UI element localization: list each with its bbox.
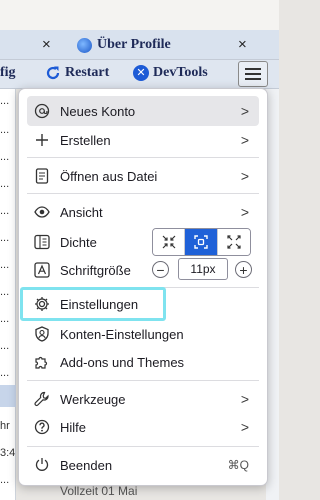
open-from-file-label: Öffnen aus Datei (60, 168, 158, 184)
config-button[interactable]: fig (0, 65, 16, 81)
help-icon (34, 419, 50, 435)
window-top-strip (0, 0, 279, 30)
selected-row (0, 385, 16, 407)
menu-item-view[interactable]: Ansicht > (27, 197, 259, 227)
density-relaxed-button[interactable] (217, 229, 250, 255)
close-tab-icon[interactable]: × (42, 36, 51, 53)
profile-list-cell: ... (0, 205, 10, 217)
profile-list-cell: ... (0, 151, 10, 163)
chevron-right-icon: > (240, 204, 249, 220)
view-label: Ansicht (60, 204, 103, 220)
font-size-increase-button[interactable]: + (235, 261, 252, 278)
profile-list-cell: ... (0, 178, 10, 190)
devtools-button[interactable]: ✕ DevTools (133, 65, 208, 81)
file-icon (34, 168, 50, 184)
menu-separator (27, 193, 259, 194)
profile-list-cell: ... (0, 286, 10, 298)
profile-list-cell: 3:4 (0, 447, 16, 459)
menu-item-addons-themes[interactable]: Add-ons und Themes (27, 347, 259, 377)
font-size-value: 11px (178, 258, 228, 280)
font-size-icon (34, 262, 50, 278)
devtools-icon: ✕ (133, 65, 149, 81)
addons-themes-label: Add-ons und Themes (60, 354, 185, 370)
profile-list-cell: ... (0, 313, 10, 325)
chevron-right-icon: > (240, 103, 249, 119)
restart-label: Restart (65, 65, 110, 80)
power-icon (34, 457, 50, 473)
devtools-label: DevTools (153, 65, 208, 80)
density-compact-button[interactable] (153, 229, 186, 255)
restart-button[interactable]: Restart (45, 65, 109, 81)
settings-focus-ring (20, 287, 166, 321)
app-logo-icon (77, 37, 92, 53)
profile-list-cell: ... (0, 340, 10, 352)
tab-title: Über Profile (97, 37, 171, 52)
menu-item-quit[interactable]: Beenden ⌘Q (27, 450, 259, 480)
help-label: Hilfe (60, 419, 87, 435)
new-account-icon (34, 103, 50, 119)
menu-item-tools[interactable]: Werkzeuge > (27, 384, 259, 414)
background-text: Vollzeit 01 Mai (60, 484, 138, 498)
menu-separator (27, 446, 259, 447)
chevron-right-icon: > (240, 391, 249, 407)
chevron-right-icon: > (240, 419, 249, 435)
puzzle-icon (34, 354, 50, 370)
eye-icon (34, 204, 50, 220)
profile-list-cell: ... (0, 232, 10, 244)
density-icon (34, 234, 50, 250)
density-selector (152, 228, 251, 256)
wrench-icon (34, 391, 50, 407)
profile-list-cell: ... (0, 95, 10, 107)
menu-separator (27, 380, 259, 381)
restart-icon (45, 65, 61, 81)
plus-icon (34, 132, 50, 148)
profile-list-cell: ... (0, 259, 10, 271)
menu-item-account-settings[interactable]: Konten-Einstellungen (27, 319, 259, 349)
app-menu-button[interactable] (238, 61, 268, 87)
profile-list-cell: hr (0, 420, 10, 432)
app-menu-popup: Neues Konto > Erstellen > Öffnen aus Dat… (18, 88, 268, 486)
create-label: Erstellen (60, 132, 111, 148)
chevron-right-icon: > (240, 132, 249, 148)
close-tab-icon[interactable]: × (238, 36, 247, 53)
account-settings-icon (34, 326, 50, 342)
tools-label: Werkzeuge (60, 391, 126, 407)
font-size-decrease-button[interactable]: − (152, 261, 169, 278)
density-label: Dichte (60, 234, 97, 250)
menu-item-open-from-file[interactable]: Öffnen aus Datei > (27, 161, 259, 191)
menu-separator (27, 157, 259, 158)
font-size-label: Schriftgröße (60, 262, 131, 278)
profile-list-cell: ... (0, 124, 10, 136)
menu-item-create[interactable]: Erstellen > (27, 125, 259, 155)
menu-item-help[interactable]: Hilfe > (27, 412, 259, 442)
tab-about-profiles[interactable]: Über Profile (77, 37, 171, 53)
new-account-label: Neues Konto (60, 103, 136, 119)
chevron-right-icon: > (240, 168, 249, 184)
account-settings-label: Konten-Einstellungen (60, 326, 184, 342)
profile-list-cell: ... (0, 367, 10, 379)
density-normal-button[interactable] (185, 229, 218, 255)
quit-label: Beenden (60, 457, 113, 473)
menu-item-new-account[interactable]: Neues Konto > (27, 96, 259, 126)
quit-shortcut: ⌘Q (227, 458, 249, 472)
profile-list-cell: ... (0, 474, 10, 486)
config-label: fig (0, 65, 16, 80)
